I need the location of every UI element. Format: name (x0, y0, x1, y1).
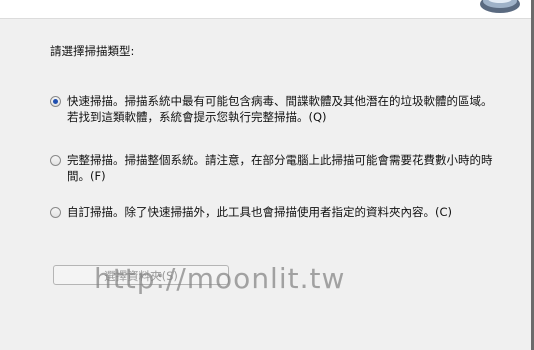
scanner-app-icon (480, 0, 520, 13)
quick-scan-radio[interactable] (50, 96, 61, 107)
custom-scan-label[interactable]: 自訂掃描。除了快速掃描外，此工具也會掃描使用者指定的資料夾內容。(C) (67, 204, 452, 220)
select-folder-button[interactable]: 選擇資料夾(S) (53, 265, 229, 285)
custom-scan-radio[interactable] (50, 207, 61, 218)
option-quick-scan[interactable]: 快速掃描。掃描系統中最有可能包含病毒、間諜軟體及其他潛在的垃圾軟體的區域。若找到… (50, 93, 500, 125)
quick-scan-label[interactable]: 快速掃描。掃描系統中最有可能包含病毒、間諜軟體及其他潛在的垃圾軟體的區域。若找到… (67, 93, 500, 125)
option-full-scan[interactable]: 完整掃描。掃描整個系統。請注意，在部分電腦上此掃描可能會需要花費數小時的時間。(… (50, 152, 500, 184)
full-scan-radio[interactable] (50, 155, 61, 166)
option-custom-scan[interactable]: 自訂掃描。除了快速掃描外，此工具也會掃描使用者指定的資料夾內容。(C) (50, 204, 500, 220)
header-band (0, 0, 534, 19)
full-scan-label[interactable]: 完整掃描。掃描整個系統。請注意，在部分電腦上此掃描可能會需要花費數小時的時間。(… (67, 152, 500, 184)
scan-type-prompt: 請選擇掃描類型: (50, 44, 135, 58)
